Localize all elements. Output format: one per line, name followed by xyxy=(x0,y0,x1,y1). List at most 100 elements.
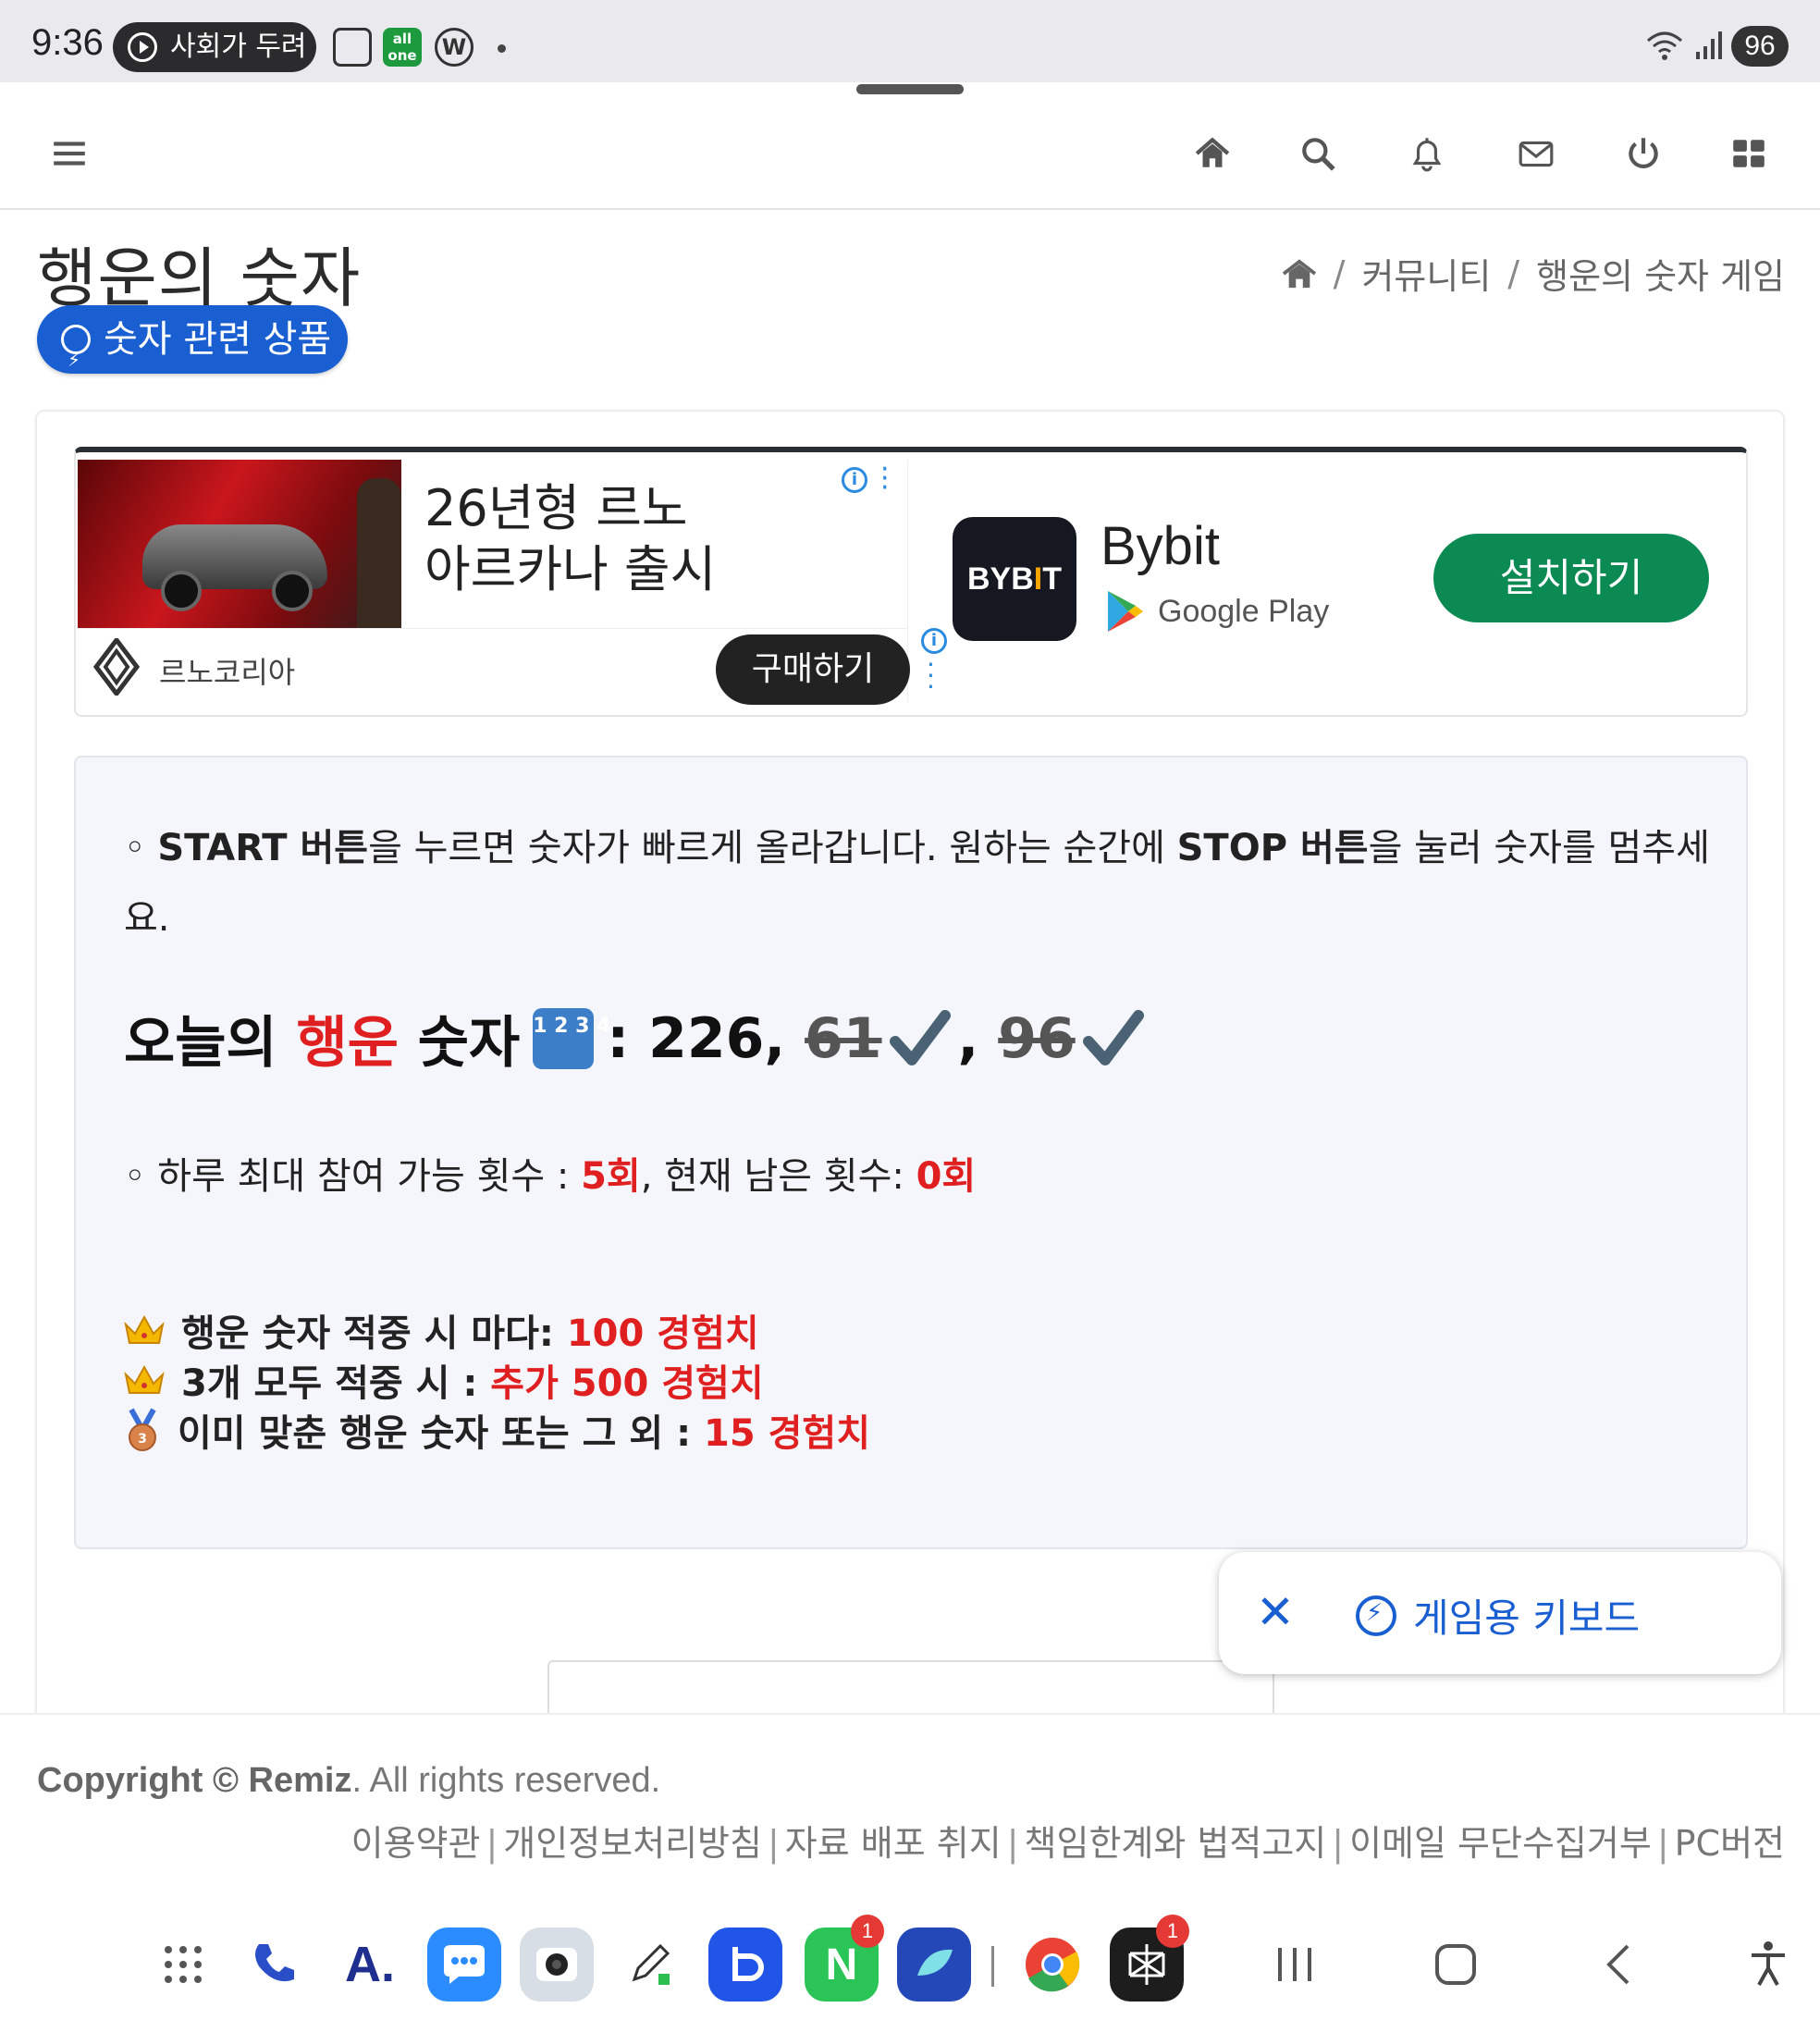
lightning-icon xyxy=(1356,1595,1396,1636)
lucky-number-1: 226, xyxy=(648,1005,786,1071)
breadcrumb-home-icon[interactable] xyxy=(1282,258,1317,289)
reward-value: 15 경험치 xyxy=(704,1412,871,1455)
footer-link-privacy[interactable]: 개인정보처리방침 xyxy=(503,1823,762,1864)
crown-icon xyxy=(124,1364,165,1394)
bybit-logo[interactable]: BYBIT xyxy=(953,517,1076,641)
lucky-colon: : xyxy=(607,1005,630,1071)
system-dock: A. N1 1 xyxy=(0,1913,1820,2020)
game-info-panel: ◦ START 버튼을 누르면 숫자가 빠르게 올라갑니다. 원하는 순간에 S… xyxy=(74,756,1748,1549)
reward-item: 3개 모두 적중 시 : 추가 500 경험치 xyxy=(124,1353,764,1407)
lucky-number-2-found: 61 xyxy=(805,1005,882,1071)
naver-app-icon[interactable]: N1 xyxy=(805,1915,884,2002)
home-icon[interactable] xyxy=(1186,127,1239,180)
reward-item: 3 이미 맞춘 행운 숫자 또는 그 외 : 15 경험치 xyxy=(124,1403,870,1457)
check-mark-icon xyxy=(1082,1009,1144,1065)
ad-app-name[interactable]: Bybit xyxy=(1101,515,1220,577)
ad-store: Google Play xyxy=(1104,589,1329,634)
whale-browser-icon[interactable] xyxy=(897,1928,971,2002)
instruction-mid: 을 누르면 숫자가 빠르게 올라갑니다. 원하는 순간에 xyxy=(368,827,1177,869)
home-button[interactable] xyxy=(1426,1935,1485,1994)
google-play-icon xyxy=(1108,591,1143,632)
lucky-comma: , xyxy=(957,1005,979,1071)
phone-app-icon[interactable] xyxy=(237,1928,311,2002)
bronze-medal-icon: 3 xyxy=(129,1408,156,1451)
footer-link-distribution[interactable]: 자료 배포 취지 xyxy=(785,1823,1002,1864)
notes-pen-app-icon[interactable] xyxy=(614,1928,688,2002)
game-keyboard-button[interactable]: 게임용 키보드 xyxy=(1356,1587,1640,1644)
ad-buy-button[interactable]: 구매하기 xyxy=(716,634,910,705)
footer-links: 이용약관 | 개인정보처리방침 | 자료 배포 취지 | 책임한계와 법적고지 | 이메일 무단… xyxy=(350,1823,1785,1864)
reward-label: 3개 모두 적중 시 : xyxy=(181,1362,478,1405)
game-keyboard-label: 게임용 키보드 xyxy=(1413,1595,1641,1641)
number-products-button[interactable]: 숫자 관련 상품 xyxy=(37,305,348,394)
attempts-label: ◦ 하루 최대 참여 가능 횟수 : xyxy=(124,1155,582,1198)
lucky-prefix: 오늘의 xyxy=(124,1011,277,1076)
signal-icon xyxy=(1696,31,1722,59)
perplexity-app-icon[interactable]: 1 xyxy=(1110,1915,1189,2002)
lucky-highlight: 행운 xyxy=(296,1011,399,1076)
status-bar: 9:36 사회가 두려 all one W 96 xyxy=(0,0,1820,82)
ad-renault[interactable]: 26년형 르노 아르카나 출시 i · · · 르노코리아 구매하기 xyxy=(78,456,910,705)
top-navbar xyxy=(0,97,1820,210)
status-time: 9:36 xyxy=(31,22,104,63)
bixby-app-icon[interactable] xyxy=(708,1928,782,2002)
ad-banner: 26년형 르노 아르카나 출시 i · · · 르노코리아 구매하기 i · · · B… xyxy=(74,447,1748,717)
notification-badge: 1 xyxy=(1156,1915,1189,1948)
footer-link-legal[interactable]: 책임한계와 법적고지 xyxy=(1025,1823,1327,1864)
attempts-left: 0회 xyxy=(916,1155,977,1198)
breadcrumb-community[interactable]: 커뮤니티 xyxy=(1361,248,1491,299)
allone-app-icon: all one xyxy=(383,28,422,67)
camera-app-icon[interactable] xyxy=(520,1928,594,2002)
breadcrumb-current: 행운의 숫자 게임 xyxy=(1536,256,1785,297)
power-icon[interactable] xyxy=(1617,127,1670,180)
bybit-logo-text: BYB xyxy=(966,561,1034,597)
recent-apps-button[interactable] xyxy=(1265,1935,1324,1994)
app-drawer-icon[interactable] xyxy=(146,1928,220,2002)
svg-text:3: 3 xyxy=(138,1432,147,1447)
check-mark-icon xyxy=(889,1009,951,1065)
notification-badge: 1 xyxy=(851,1915,884,1948)
reward-label: 행운 숫자 적중 시 마다: xyxy=(181,1312,554,1355)
footer-link-terms[interactable]: 이용약관 xyxy=(351,1823,481,1864)
lightning-icon xyxy=(61,325,91,394)
media-playback-chip[interactable]: 사회가 두려 xyxy=(113,22,316,72)
footer-link-pc-version[interactable]: PC버전 xyxy=(1675,1823,1785,1864)
ad-car-image[interactable] xyxy=(78,460,401,628)
renault-logo-icon xyxy=(92,638,141,696)
reward-item: 행운 숫자 적중 시 마다: 100 경험치 xyxy=(124,1303,759,1357)
ad-headline[interactable]: 26년형 르노 아르카나 출시 xyxy=(424,478,794,600)
ad-more-icon-2[interactable]: · · · xyxy=(927,652,935,700)
bybit-logo-text-end: T xyxy=(1042,561,1063,597)
ad-brand-name: 르노코리아 xyxy=(159,655,296,690)
w-app-icon: W xyxy=(435,28,473,67)
footer-link-email-refusal[interactable]: 이메일 무단수집거부 xyxy=(1349,1823,1652,1864)
screenshot-icon xyxy=(333,28,372,67)
close-icon[interactable]: ✕ xyxy=(1256,1585,1295,1639)
breadcrumb: / 커뮤니티 / 행운의 숫자 게임 xyxy=(1282,248,1785,299)
copyright-brand[interactable]: Remiz xyxy=(249,1761,352,1800)
chrome-app-icon[interactable] xyxy=(1015,1928,1089,2002)
back-button[interactable] xyxy=(1589,1935,1648,1994)
search-icon[interactable] xyxy=(1291,127,1345,180)
ad-install-button[interactable]: 설치하기 xyxy=(1433,534,1709,622)
lucky-word: 숫자 xyxy=(417,1011,521,1076)
a-dot-app-icon[interactable]: A. xyxy=(333,1928,407,2002)
ad-more-icon[interactable]: · · · xyxy=(880,456,890,502)
apps-grid-icon[interactable] xyxy=(1722,127,1776,180)
window-drag-handle[interactable] xyxy=(856,84,964,94)
accessibility-icon[interactable] xyxy=(1739,1935,1798,1994)
attempts-max: 5회 xyxy=(581,1155,641,1198)
reward-label: 이미 맞춘 행운 숫자 또는 그 외 : xyxy=(178,1412,692,1455)
lucky-number-3-found: 96 xyxy=(998,1005,1076,1071)
reward-value: 추가 500 경험치 xyxy=(490,1362,764,1405)
mail-icon[interactable] xyxy=(1509,127,1563,180)
instruction-text: ◦ START 버튼을 누르면 숫자가 빠르게 올라갑니다. 원하는 순간에 S… xyxy=(124,813,1715,954)
messages-app-icon[interactable] xyxy=(427,1928,501,2002)
attempts-mid: , 현재 남은 횟수: xyxy=(640,1155,916,1198)
ad-info-icon[interactable]: i xyxy=(842,467,867,493)
copyright: Copyright © Remiz. All rights reserved. xyxy=(37,1761,660,1801)
menu-icon[interactable] xyxy=(43,127,96,180)
attempts-info: ◦ 하루 최대 참여 가능 횟수 : 5회, 현재 남은 횟수: 0회 xyxy=(124,1146,976,1200)
bell-icon[interactable] xyxy=(1400,127,1454,180)
copyright-prefix: Copyright © xyxy=(37,1761,249,1800)
